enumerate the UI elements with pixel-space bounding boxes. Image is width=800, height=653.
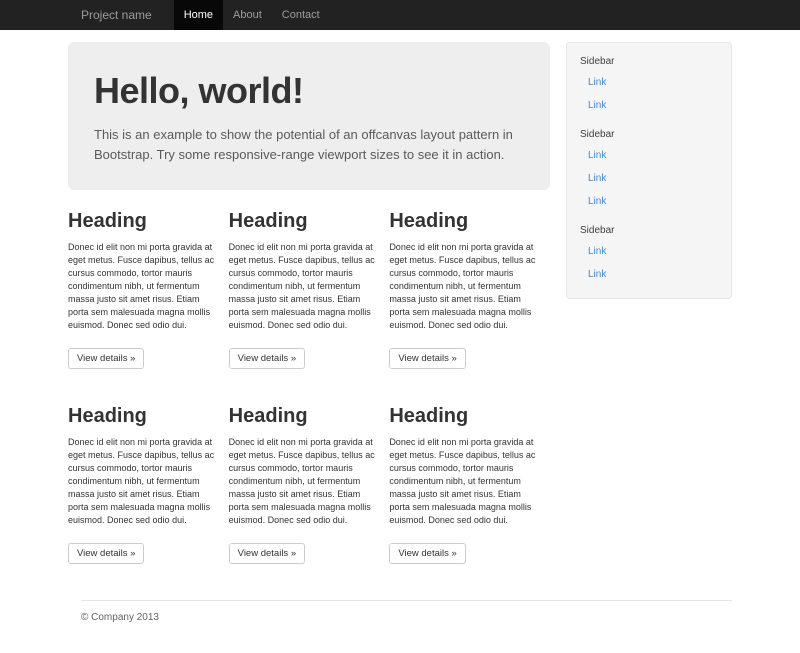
sidebar-link[interactable]: Link xyxy=(567,190,731,213)
card-heading: Heading xyxy=(389,405,537,428)
sidebar-link[interactable]: Link xyxy=(567,71,731,94)
navbar: Project name Home About Contact xyxy=(0,0,800,30)
card-text: Donec id elit non mi porta gravida at eg… xyxy=(68,241,216,332)
sidebar-header: Sidebar xyxy=(567,124,731,144)
sidebar-header: Sidebar xyxy=(567,51,731,71)
card-text: Donec id elit non mi porta gravida at eg… xyxy=(389,436,537,527)
card-text: Donec id elit non mi porta gravida at eg… xyxy=(229,241,377,332)
main-content: Hello, world! This is an example to show… xyxy=(68,30,566,580)
sidebar: Sidebar Link Link Sidebar Link Link Link… xyxy=(566,42,732,299)
feature-card: Heading Donec id elit non mi porta gravi… xyxy=(389,192,550,385)
card-heading: Heading xyxy=(68,405,216,428)
page-title: Hello, world! xyxy=(94,70,524,112)
view-details-button[interactable]: View details » xyxy=(389,348,465,369)
jumbotron: Hello, world! This is an example to show… xyxy=(68,42,550,190)
sidebar-link[interactable]: Link xyxy=(567,144,731,167)
sidebar-link[interactable]: Link xyxy=(567,263,731,286)
copyright: © Company 2013 xyxy=(81,612,732,623)
navbar-container: Project name Home About Contact xyxy=(68,0,732,30)
card-text: Donec id elit non mi porta gravida at eg… xyxy=(389,241,537,332)
sidebar-group-1: Sidebar Link Link xyxy=(567,51,731,117)
sidebar-header: Sidebar xyxy=(567,220,731,240)
sidebar-link[interactable]: Link xyxy=(567,94,731,117)
view-details-button[interactable]: View details » xyxy=(68,348,144,369)
view-details-button[interactable]: View details » xyxy=(229,543,305,564)
feature-card: Heading Donec id elit non mi porta gravi… xyxy=(229,192,390,385)
view-details-button[interactable]: View details » xyxy=(389,543,465,564)
sidebar-link[interactable]: Link xyxy=(567,167,731,190)
feature-card: Heading Donec id elit non mi porta gravi… xyxy=(229,387,390,580)
view-details-button[interactable]: View details » xyxy=(68,543,144,564)
sidebar-link[interactable]: Link xyxy=(567,240,731,263)
card-heading: Heading xyxy=(389,210,537,233)
card-text: Donec id elit non mi porta gravida at eg… xyxy=(68,436,216,527)
card-heading: Heading xyxy=(229,210,377,233)
navbar-brand[interactable]: Project name xyxy=(68,0,169,30)
jumbotron-description: This is an example to show the potential… xyxy=(94,125,524,164)
sidebar-column: Sidebar Link Link Sidebar Link Link Link… xyxy=(566,30,732,299)
card-heading: Heading xyxy=(68,210,216,233)
content-row: Hello, world! This is an example to show… xyxy=(68,30,732,580)
nav-item-about[interactable]: About xyxy=(223,0,272,30)
feature-row-1: Heading Donec id elit non mi porta gravi… xyxy=(68,192,550,385)
nav-item-home[interactable]: Home xyxy=(174,0,223,30)
feature-card: Heading Donec id elit non mi porta gravi… xyxy=(389,387,550,580)
feature-card: Heading Donec id elit non mi porta gravi… xyxy=(68,192,229,385)
sidebar-group-2: Sidebar Link Link Link xyxy=(567,124,731,213)
footer: © Company 2013 xyxy=(81,600,732,653)
page-container: Hello, world! This is an example to show… xyxy=(68,30,732,653)
feature-card: Heading Donec id elit non mi porta gravi… xyxy=(68,387,229,580)
nav-item-contact[interactable]: Contact xyxy=(272,0,330,30)
card-heading: Heading xyxy=(229,405,377,428)
feature-row-2: Heading Donec id elit non mi porta gravi… xyxy=(68,387,550,580)
sidebar-group-3: Sidebar Link Link xyxy=(567,220,731,286)
card-text: Donec id elit non mi porta gravida at eg… xyxy=(229,436,377,527)
view-details-button[interactable]: View details » xyxy=(229,348,305,369)
navbar-menu: Home About Contact xyxy=(174,0,330,30)
